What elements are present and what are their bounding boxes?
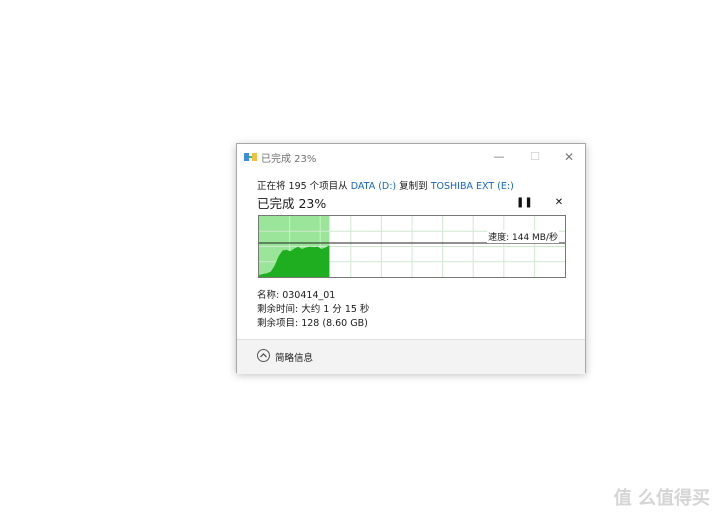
copy-progress-dialog: 已完成 23% — ☐ ✕ 正在将 195 个项目从 DATA (D:) 复制到… (236, 143, 586, 374)
source-link[interactable]: DATA (D:) (351, 181, 396, 192)
time-remaining: 剩余时间: 大约 1 分 15 秒 (257, 304, 370, 315)
title-bar[interactable]: 已完成 23% — ☐ ✕ (237, 144, 585, 170)
speed-graph: 速度: 144 MB/秒 (258, 215, 566, 278)
copy-middle: 复制到 (399, 181, 428, 192)
copy-files-icon (244, 153, 257, 161)
speed-label: 速度: 144 MB/秒 (487, 230, 559, 243)
file-name: 名称: 030414_01 (257, 290, 336, 301)
minimize-button[interactable]: — (485, 148, 513, 166)
window-title: 已完成 23% (261, 154, 317, 165)
stop-button[interactable]: ✕ (552, 196, 566, 210)
copy-prefix: 正在将 195 个项目从 (257, 181, 348, 192)
pause-button[interactable]: ❚❚ (516, 196, 533, 210)
maximize-button[interactable]: ☐ (521, 148, 549, 166)
progress-label: 已完成 23% (257, 196, 327, 211)
footer: 简略信息 (237, 340, 585, 374)
items-remaining: 剩余项目: 128 (8.60 GB) (257, 318, 368, 329)
destination-link[interactable]: TOSHIBA EXT (E:) (431, 181, 514, 192)
copy-description: 正在将 195 个项目从 DATA (D:) 复制到 TOSHIBA EXT (… (257, 178, 514, 192)
watermark: 值 么值得买 (613, 488, 710, 509)
speed-graph-canvas (259, 216, 565, 277)
fewer-details-toggle[interactable]: 简略信息 (275, 350, 313, 364)
close-button[interactable]: ✕ (555, 148, 583, 166)
chevron-up-icon[interactable] (257, 349, 270, 362)
